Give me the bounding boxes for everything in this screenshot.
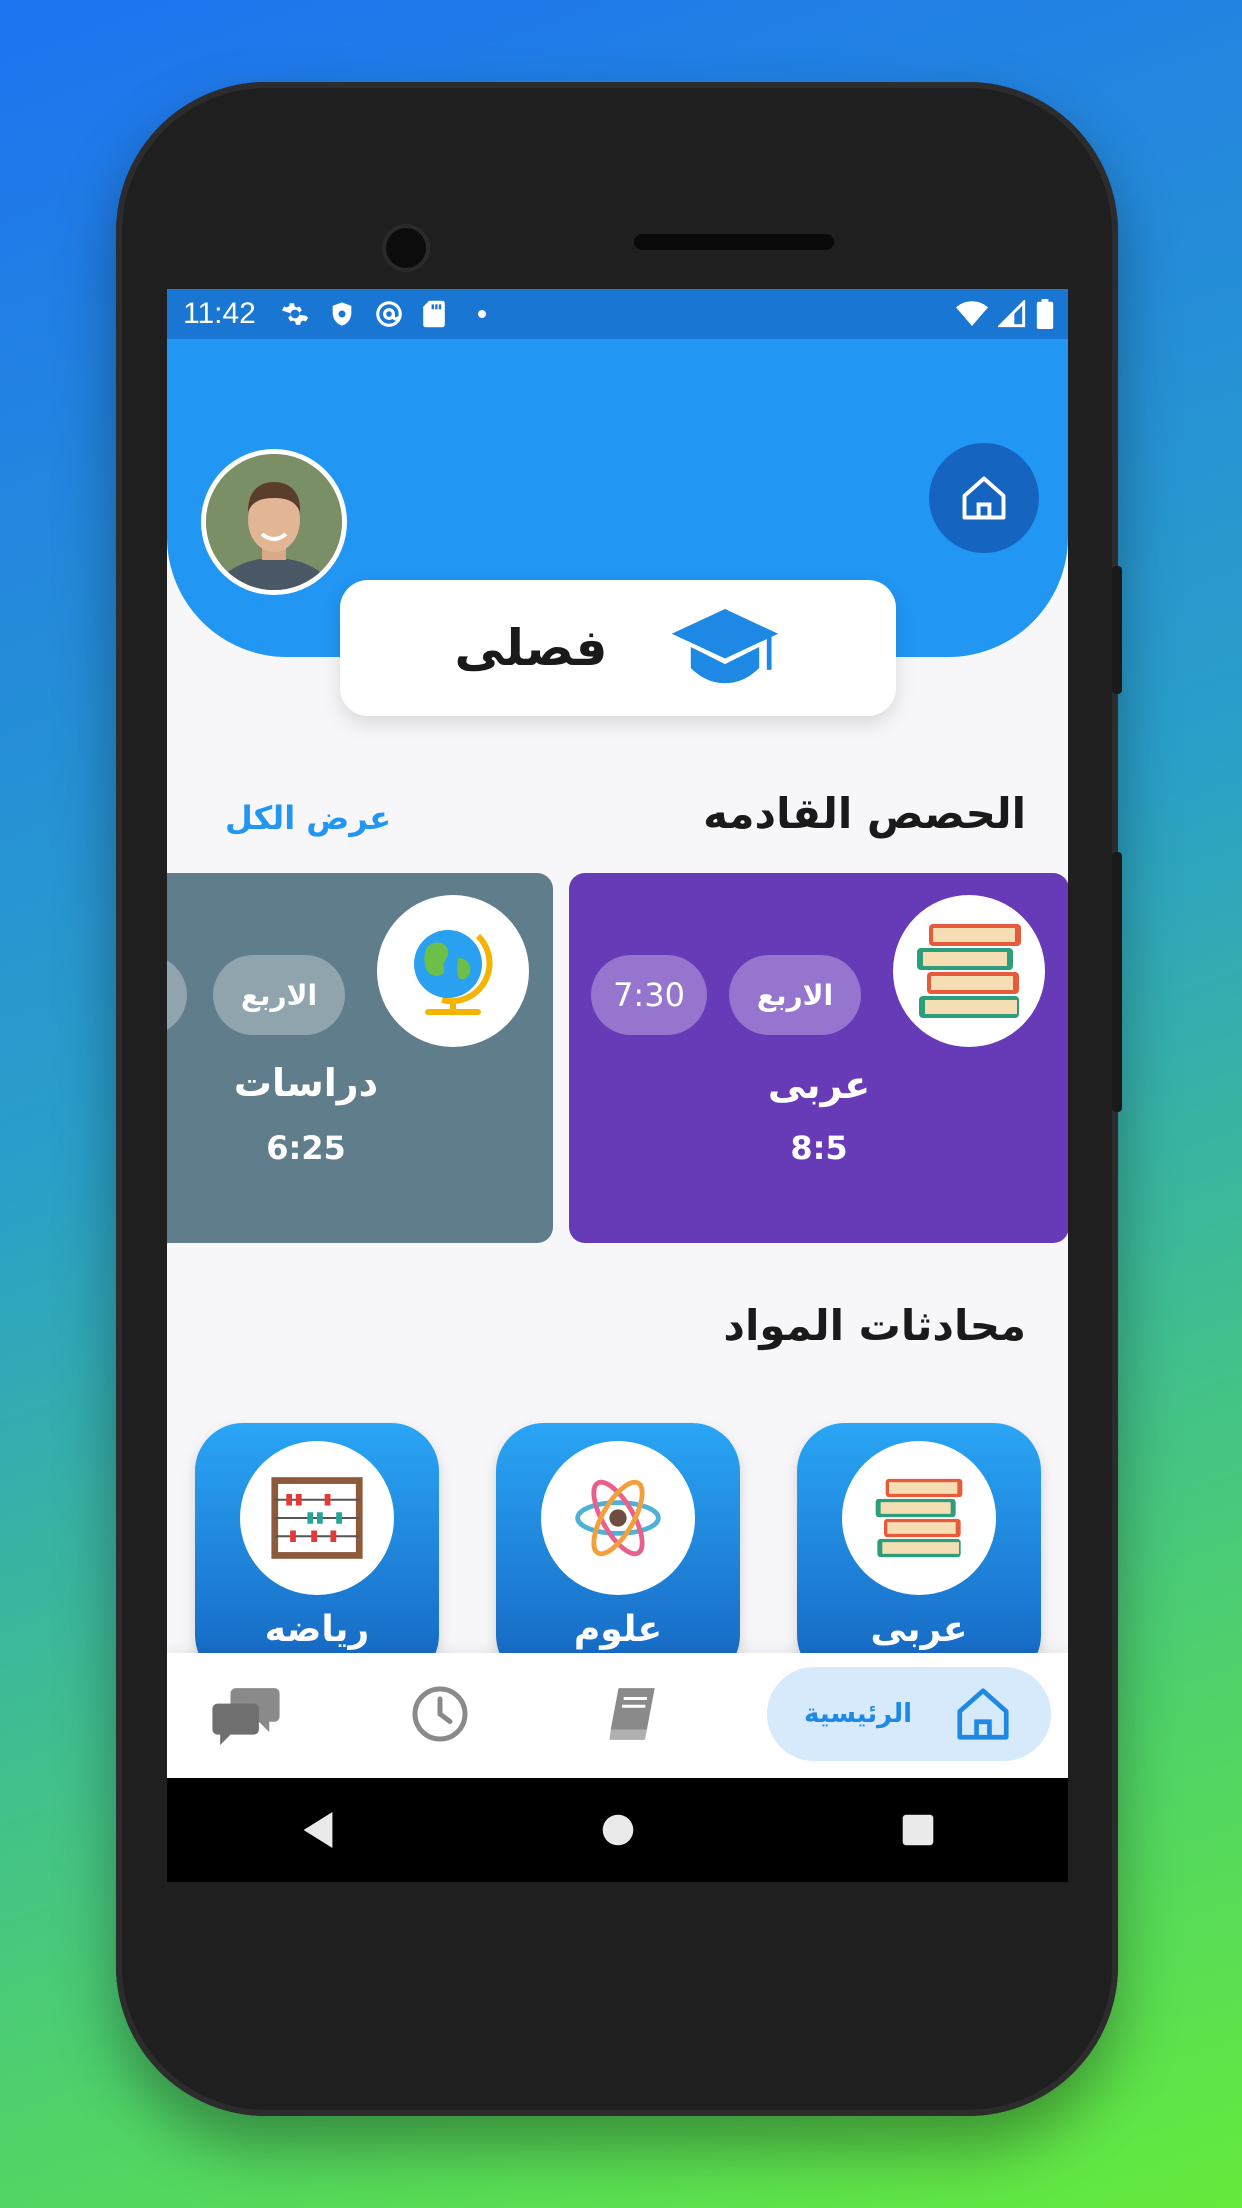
back-icon[interactable] [300, 1810, 336, 1850]
upcoming-section-title: الحصص القادمه [703, 789, 1026, 838]
home-circle-icon[interactable] [601, 1813, 635, 1847]
sd-card-icon [423, 300, 445, 328]
earpiece-speaker [634, 234, 834, 250]
bottom-navigation: الرئيسية [167, 1653, 1068, 1778]
abacus-icon [240, 1441, 394, 1595]
recents-icon[interactable] [901, 1813, 935, 1847]
lesson-time: 6:25 [266, 1129, 346, 1167]
day-chip: الاربع [729, 955, 861, 1035]
profile-photo [206, 454, 342, 590]
day-chip: الاربع [213, 955, 345, 1035]
subject-chats-title: محادثات المواد [723, 1301, 1026, 1350]
nav-schedule[interactable] [405, 1679, 475, 1749]
subject-label: رياضه [264, 1609, 370, 1650]
settings-icon [281, 303, 308, 325]
status-time: 11:42 [183, 297, 256, 330]
page-title: فصلى [454, 619, 608, 677]
chat-bubbles-icon [212, 1688, 280, 1745]
lesson-card[interactable]: الاربع دراسات 6:25 [167, 873, 553, 1243]
subject-label: عربى [870, 1609, 968, 1650]
system-navigation-bar [167, 1778, 1068, 1882]
lesson-card[interactable]: الاربع 7:30 عربى 8:5 [569, 873, 1068, 1243]
books-icon [893, 895, 1045, 1047]
class-title-card[interactable]: فصلى [340, 580, 896, 716]
lesson-time: 8:5 [790, 1129, 848, 1167]
wifi-icon [956, 301, 988, 326]
books-icon [842, 1441, 996, 1595]
home-icon [962, 476, 1006, 520]
nav-books[interactable] [599, 1679, 669, 1749]
graduation-cap-icon [671, 609, 778, 684]
lesson-subject: عربى [767, 1063, 871, 1107]
notification-dot-icon [477, 310, 486, 318]
lesson-subject: دراسات [233, 1061, 379, 1105]
signal-icon [998, 300, 1026, 328]
status-bar: 11:42 [167, 289, 1068, 339]
shield-icon [332, 302, 352, 326]
subject-label: علوم [573, 1609, 663, 1650]
home-icon [957, 1688, 1009, 1740]
avatar[interactable] [201, 449, 347, 595]
atom-icon [541, 1441, 695, 1595]
front-camera [386, 228, 426, 268]
volume-button [1112, 566, 1122, 694]
see-all-link[interactable]: عرض الكل [225, 799, 391, 837]
nav-chats[interactable] [209, 1679, 283, 1749]
nav-home[interactable]: الرئيسية [767, 1667, 1051, 1761]
subject-tile-science[interactable]: علوم [496, 1423, 740, 1683]
start-time-chip [167, 955, 187, 1035]
clock-icon [412, 1686, 468, 1742]
nav-home-label: الرئيسية [803, 1699, 913, 1729]
home-icon-button[interactable] [929, 443, 1039, 553]
at-sign-icon [376, 301, 402, 327]
subject-tile-arabic[interactable]: عربى [797, 1423, 1041, 1683]
globe-icon [377, 895, 529, 1047]
app-screen: 11:42 فصلى الحصص القادمه عرض الكل الاربع… [167, 289, 1068, 1778]
book-icon [609, 1688, 655, 1740]
power-button [1112, 852, 1122, 1112]
battery-icon [1036, 299, 1054, 329]
subject-tile-math[interactable]: رياضه [195, 1423, 439, 1683]
start-time-chip: 7:30 [591, 955, 707, 1035]
